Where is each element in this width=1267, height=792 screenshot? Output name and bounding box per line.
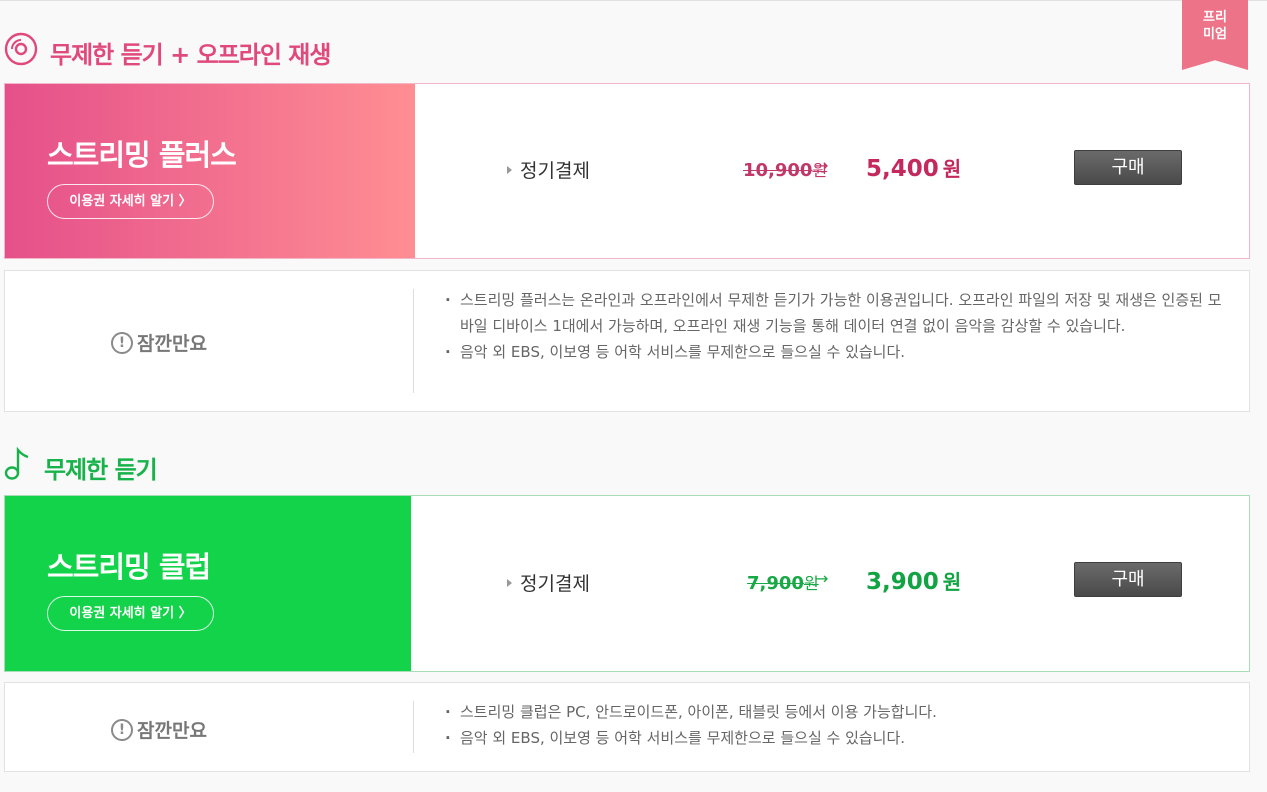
product-banner: 스트리밍 플러스 이용권 자세히 알기 〉 bbox=[5, 84, 415, 258]
notice-box: ! 잠깐만요 스트리밍 클럽은 PC, 안드로이드폰, 아이폰, 태블릿 등에서… bbox=[4, 682, 1250, 772]
divider bbox=[413, 701, 414, 753]
notice-box: ! 잠깐만요 스트리밍 플러스는 온라인과 오프라인에서 무제한 듣기가 가능한… bbox=[4, 270, 1250, 412]
product-name: 스트리밍 플러스 bbox=[47, 138, 237, 172]
bullet-triangle-icon bbox=[507, 578, 512, 587]
section-title-unlimited-offline: 무제한 듣기 + 오프라인 재생 bbox=[4, 32, 331, 72]
plan-label: 정기결제 bbox=[507, 569, 590, 596]
new-price-unit: 원 bbox=[942, 570, 962, 594]
new-price-value: 5,400 bbox=[866, 156, 939, 182]
section-title-text: 무제한 듣기 + 오프라인 재생 bbox=[50, 40, 331, 69]
new-price: 3,900 원 bbox=[866, 566, 961, 595]
ribbon-line1: 프리 bbox=[1203, 10, 1227, 25]
buy-button[interactable]: 구매 bbox=[1074, 562, 1182, 597]
notice-title: ! 잠깐만요 bbox=[111, 716, 207, 743]
plan-text: 정기결제 bbox=[520, 160, 590, 182]
notice-title: ! 잠깐만요 bbox=[111, 329, 207, 356]
notice-list: 스트리밍 클럽은 PC, 안드로이드폰, 아이폰, 태블릿 등에서 이용 가능합… bbox=[445, 699, 1235, 751]
exclamation-icon: ! bbox=[111, 718, 133, 741]
plan-text: 정기결제 bbox=[520, 573, 590, 595]
disc-icon bbox=[4, 32, 38, 72]
old-price: 7,900원 bbox=[747, 570, 819, 594]
divider bbox=[413, 289, 414, 393]
notice-item: 음악 외 EBS, 이보영 등 어학 서비스를 무제한으로 들으실 수 있습니다… bbox=[445, 725, 1235, 751]
notice-item: 스트리밍 플러스는 온라인과 오프라인에서 무제한 듣기가 가능한 이용권입니다… bbox=[445, 287, 1235, 339]
notice-item: 스트리밍 클럽은 PC, 안드로이드폰, 아이폰, 태블릿 등에서 이용 가능합… bbox=[445, 699, 1235, 725]
detail-button[interactable]: 이용권 자세히 알기 〉 bbox=[47, 596, 214, 631]
notice-item: 음악 외 EBS, 이보영 등 어학 서비스를 무제한으로 들으실 수 있습니다… bbox=[445, 339, 1235, 365]
exclamation-icon: ! bbox=[111, 331, 133, 354]
arrow-right-icon: → bbox=[815, 569, 829, 588]
arrow-right-icon: → bbox=[815, 156, 829, 175]
product-banner: 스트리밍 클럽 이용권 자세히 알기 〉 bbox=[5, 496, 411, 671]
section-title-text: 무제한 듣기 bbox=[44, 455, 158, 484]
new-price-unit: 원 bbox=[942, 157, 962, 181]
ribbon-line2: 미엄 bbox=[1203, 27, 1227, 42]
bullet-triangle-icon bbox=[507, 165, 512, 174]
old-price-value: 10,900 bbox=[743, 160, 813, 181]
detail-button[interactable]: 이용권 자세히 알기 〉 bbox=[47, 184, 214, 219]
notice-title-text: 잠깐만요 bbox=[137, 720, 207, 742]
notice-title-text: 잠깐만요 bbox=[137, 333, 207, 355]
premium-ribbon: 프리 미엄 bbox=[1182, 0, 1248, 70]
notice-list: 스트리밍 플러스는 온라인과 오프라인에서 무제한 듣기가 가능한 이용권입니다… bbox=[445, 287, 1235, 365]
new-price-value: 3,900 bbox=[866, 569, 939, 595]
section-title-unlimited: 무제한 듣기 bbox=[4, 446, 158, 488]
plan-label: 정기결제 bbox=[507, 156, 590, 183]
old-price-value: 7,900 bbox=[747, 573, 804, 594]
music-note-icon bbox=[4, 446, 32, 488]
new-price: 5,400 원 bbox=[866, 153, 961, 182]
buy-button[interactable]: 구매 bbox=[1074, 150, 1182, 185]
product-card-streaming-plus: 스트리밍 플러스 이용권 자세히 알기 〉 정기결제 10,900 원 → 5,4… bbox=[4, 83, 1250, 259]
product-card-streaming-club: 스트리밍 클럽 이용권 자세히 알기 〉 정기결제 7,900원 → 3,900… bbox=[4, 495, 1250, 672]
top-divider bbox=[0, 0, 1267, 1]
product-name: 스트리밍 클럽 bbox=[47, 550, 211, 584]
